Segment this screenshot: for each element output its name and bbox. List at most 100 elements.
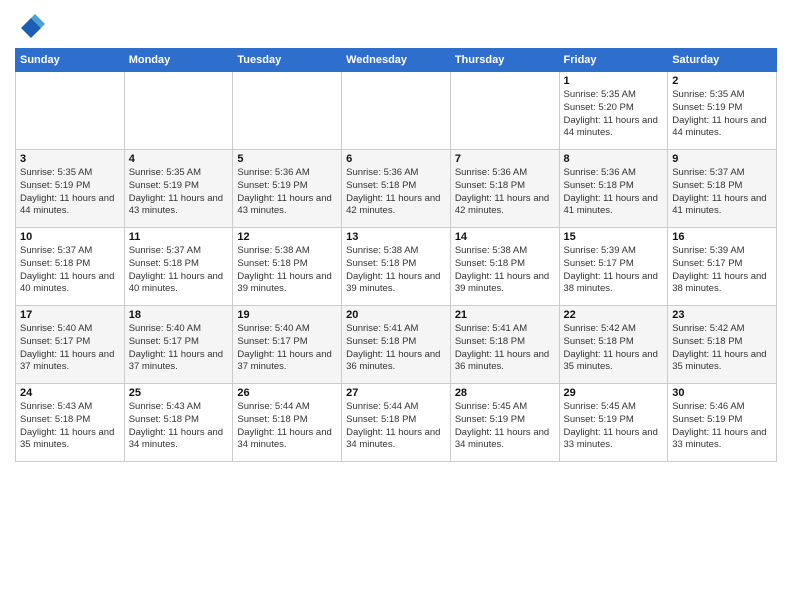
- weekday-saturday: Saturday: [668, 49, 777, 72]
- day-info: Sunrise: 5:35 AMSunset: 5:19 PMDaylight:…: [20, 167, 120, 218]
- day-number: 24: [20, 387, 120, 399]
- calendar-cell: 27 Sunrise: 5:44 AMSunset: 5:18 PMDayligh…: [342, 384, 451, 462]
- day-info: Sunrise: 5:39 AMSunset: 5:17 PMDaylight:…: [672, 245, 772, 296]
- calendar-cell: 17 Sunrise: 5:40 AMSunset: 5:17 PMDayligh…: [16, 306, 125, 384]
- day-number: 25: [129, 387, 229, 399]
- day-number: 4: [129, 153, 229, 165]
- day-number: 20: [346, 309, 446, 321]
- day-info: Sunrise: 5:35 AMSunset: 5:20 PMDaylight:…: [564, 89, 664, 140]
- day-info: Sunrise: 5:41 AMSunset: 5:18 PMDaylight:…: [455, 323, 555, 374]
- day-info: Sunrise: 5:35 AMSunset: 5:19 PMDaylight:…: [672, 89, 772, 140]
- day-info: Sunrise: 5:40 AMSunset: 5:17 PMDaylight:…: [237, 323, 337, 374]
- day-info: Sunrise: 5:40 AMSunset: 5:17 PMDaylight:…: [129, 323, 229, 374]
- calendar-cell: 14 Sunrise: 5:38 AMSunset: 5:18 PMDayligh…: [450, 228, 559, 306]
- day-info: Sunrise: 5:45 AMSunset: 5:19 PMDaylight:…: [455, 401, 555, 452]
- calendar-cell: 5 Sunrise: 5:36 AMSunset: 5:19 PMDaylight…: [233, 150, 342, 228]
- day-info: Sunrise: 5:43 AMSunset: 5:18 PMDaylight:…: [20, 401, 120, 452]
- calendar-cell: 18 Sunrise: 5:40 AMSunset: 5:17 PMDayligh…: [124, 306, 233, 384]
- day-number: 8: [564, 153, 664, 165]
- day-info: Sunrise: 5:36 AMSunset: 5:18 PMDaylight:…: [564, 167, 664, 218]
- day-info: Sunrise: 5:42 AMSunset: 5:18 PMDaylight:…: [672, 323, 772, 374]
- calendar-week-3: 17 Sunrise: 5:40 AMSunset: 5:17 PMDayligh…: [16, 306, 777, 384]
- day-number: 18: [129, 309, 229, 321]
- weekday-header-row: SundayMondayTuesdayWednesdayThursdayFrid…: [16, 49, 777, 72]
- weekday-tuesday: Tuesday: [233, 49, 342, 72]
- weekday-friday: Friday: [559, 49, 668, 72]
- calendar-cell: 8 Sunrise: 5:36 AMSunset: 5:18 PMDaylight…: [559, 150, 668, 228]
- calendar-cell: 3 Sunrise: 5:35 AMSunset: 5:19 PMDaylight…: [16, 150, 125, 228]
- logo: [15, 14, 45, 42]
- day-number: 12: [237, 231, 337, 243]
- calendar-cell: 7 Sunrise: 5:36 AMSunset: 5:18 PMDaylight…: [450, 150, 559, 228]
- day-info: Sunrise: 5:36 AMSunset: 5:18 PMDaylight:…: [455, 167, 555, 218]
- calendar-cell: 20 Sunrise: 5:41 AMSunset: 5:18 PMDayligh…: [342, 306, 451, 384]
- day-info: Sunrise: 5:37 AMSunset: 5:18 PMDaylight:…: [672, 167, 772, 218]
- day-info: Sunrise: 5:41 AMSunset: 5:18 PMDaylight:…: [346, 323, 446, 374]
- day-number: 21: [455, 309, 555, 321]
- day-number: 29: [564, 387, 664, 399]
- day-number: 16: [672, 231, 772, 243]
- calendar-cell: 30 Sunrise: 5:46 AMSunset: 5:19 PMDayligh…: [668, 384, 777, 462]
- day-info: Sunrise: 5:35 AMSunset: 5:19 PMDaylight:…: [129, 167, 229, 218]
- day-number: 27: [346, 387, 446, 399]
- calendar-cell: 25 Sunrise: 5:43 AMSunset: 5:18 PMDayligh…: [124, 384, 233, 462]
- calendar-cell: 13Sunrise: 5:38 AMSunset: 5:18 PMDayligh…: [342, 228, 451, 306]
- day-number: 5: [237, 153, 337, 165]
- day-info: Sunrise: 5:36 AMSunset: 5:18 PMDaylight:…: [346, 167, 446, 218]
- day-info: Sunrise: 5:39 AMSunset: 5:17 PMDaylight:…: [564, 245, 664, 296]
- day-number: 14: [455, 231, 555, 243]
- calendar-cell: 9 Sunrise: 5:37 AMSunset: 5:18 PMDaylight…: [668, 150, 777, 228]
- calendar-cell: [450, 72, 559, 150]
- day-info: Sunrise: 5:42 AMSunset: 5:18 PMDaylight:…: [564, 323, 664, 374]
- calendar-week-1: 3 Sunrise: 5:35 AMSunset: 5:19 PMDaylight…: [16, 150, 777, 228]
- calendar-cell: 10 Sunrise: 5:37 AMSunset: 5:18 PMDayligh…: [16, 228, 125, 306]
- day-number: 26: [237, 387, 337, 399]
- logo-icon: [17, 14, 45, 42]
- day-number: 17: [20, 309, 120, 321]
- day-number: 6: [346, 153, 446, 165]
- day-number: 19: [237, 309, 337, 321]
- day-number: 22: [564, 309, 664, 321]
- weekday-thursday: Thursday: [450, 49, 559, 72]
- day-info: Sunrise: 5:38 AMSunset: 5:18 PMDaylight:…: [455, 245, 555, 296]
- calendar-cell: 1 Sunrise: 5:35 AMSunset: 5:20 PMDaylight…: [559, 72, 668, 150]
- calendar-cell: [16, 72, 125, 150]
- day-info: Sunrise: 5:43 AMSunset: 5:18 PMDaylight:…: [129, 401, 229, 452]
- day-info: Sunrise: 5:38 AMSunset: 5:18 PMDaylight:…: [346, 245, 446, 296]
- day-number: 15: [564, 231, 664, 243]
- calendar-cell: 15 Sunrise: 5:39 AMSunset: 5:17 PMDayligh…: [559, 228, 668, 306]
- calendar-cell: 16 Sunrise: 5:39 AMSunset: 5:17 PMDayligh…: [668, 228, 777, 306]
- calendar-cell: 12 Sunrise: 5:38 AMSunset: 5:18 PMDayligh…: [233, 228, 342, 306]
- day-info: Sunrise: 5:44 AMSunset: 5:18 PMDaylight:…: [346, 401, 446, 452]
- day-info: Sunrise: 5:37 AMSunset: 5:18 PMDaylight:…: [129, 245, 229, 296]
- calendar-cell: [233, 72, 342, 150]
- day-number: 10: [20, 231, 120, 243]
- day-info: Sunrise: 5:37 AMSunset: 5:18 PMDaylight:…: [20, 245, 120, 296]
- calendar-cell: 29Sunrise: 5:45 AMSunset: 5:19 PMDayligh…: [559, 384, 668, 462]
- calendar-cell: 11 Sunrise: 5:37 AMSunset: 5:18 PMDayligh…: [124, 228, 233, 306]
- day-number: 3: [20, 153, 120, 165]
- day-number: 7: [455, 153, 555, 165]
- calendar-cell: [124, 72, 233, 150]
- day-number: 30: [672, 387, 772, 399]
- day-info: Sunrise: 5:36 AMSunset: 5:19 PMDaylight:…: [237, 167, 337, 218]
- weekday-monday: Monday: [124, 49, 233, 72]
- calendar-table: SundayMondayTuesdayWednesdayThursdayFrid…: [15, 48, 777, 462]
- calendar-cell: 22 Sunrise: 5:42 AMSunset: 5:18 PMDayligh…: [559, 306, 668, 384]
- day-info: Sunrise: 5:44 AMSunset: 5:18 PMDaylight:…: [237, 401, 337, 452]
- day-number: 23: [672, 309, 772, 321]
- page-header: [15, 10, 777, 42]
- day-number: 1: [564, 75, 664, 87]
- weekday-wednesday: Wednesday: [342, 49, 451, 72]
- day-number: 9: [672, 153, 772, 165]
- day-number: 11: [129, 231, 229, 243]
- calendar-week-4: 24 Sunrise: 5:43 AMSunset: 5:18 PMDayligh…: [16, 384, 777, 462]
- calendar-cell: 24 Sunrise: 5:43 AMSunset: 5:18 PMDayligh…: [16, 384, 125, 462]
- day-info: Sunrise: 5:46 AMSunset: 5:19 PMDaylight:…: [672, 401, 772, 452]
- calendar-cell: 26 Sunrise: 5:44 AMSunset: 5:18 PMDayligh…: [233, 384, 342, 462]
- day-info: Sunrise: 5:40 AMSunset: 5:17 PMDaylight:…: [20, 323, 120, 374]
- calendar-week-0: 1 Sunrise: 5:35 AMSunset: 5:20 PMDaylight…: [16, 72, 777, 150]
- calendar-cell: 6 Sunrise: 5:36 AMSunset: 5:18 PMDaylight…: [342, 150, 451, 228]
- calendar-week-2: 10 Sunrise: 5:37 AMSunset: 5:18 PMDayligh…: [16, 228, 777, 306]
- day-info: Sunrise: 5:38 AMSunset: 5:18 PMDaylight:…: [237, 245, 337, 296]
